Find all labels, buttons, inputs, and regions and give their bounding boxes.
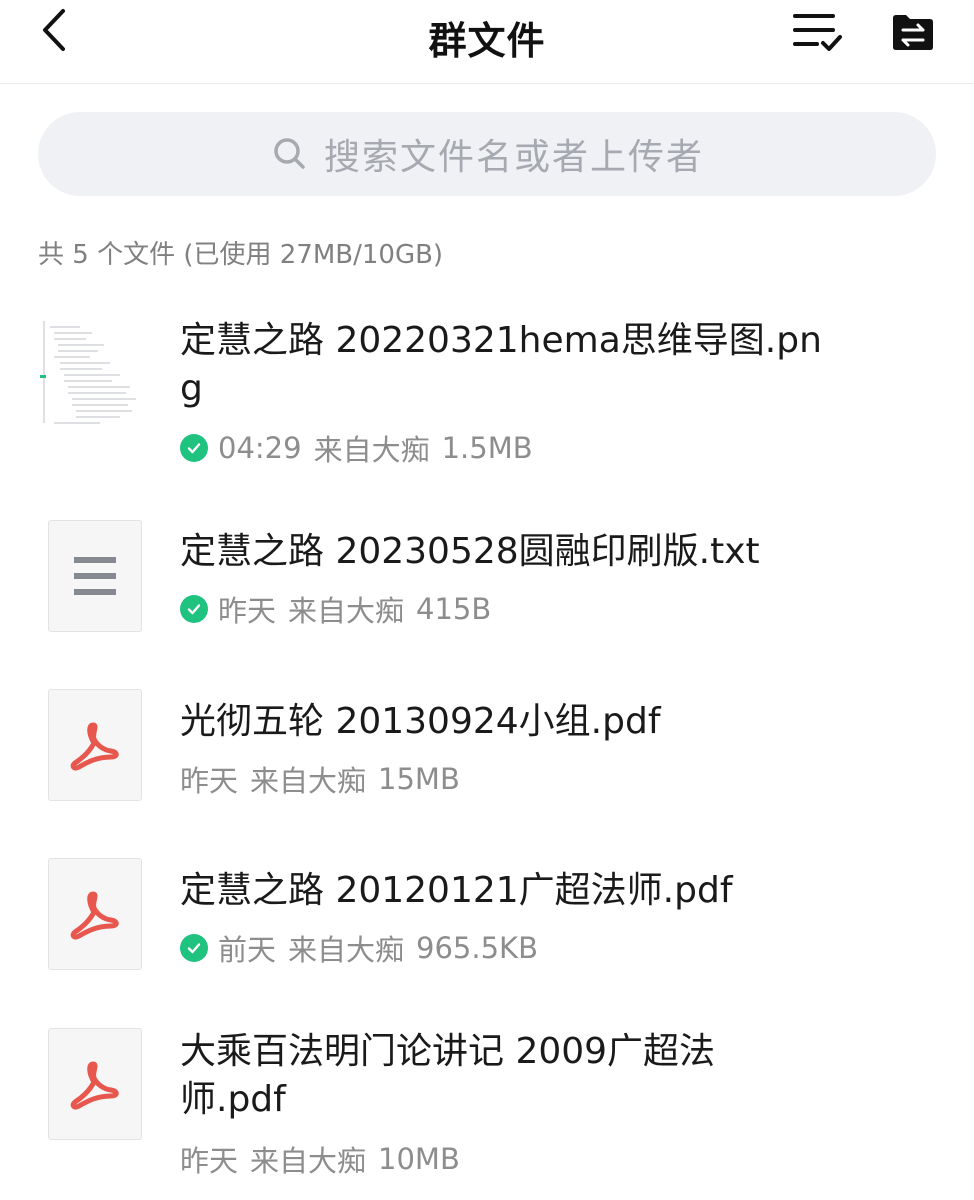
file-name: 光彻五轮 20130924小组.pdf [180,701,661,742]
txt-file-icon [48,520,142,632]
search-input[interactable]: 搜索文件名或者上传者 [38,112,936,196]
file-size: 965.5KB [416,931,538,965]
file-row[interactable]: 定慧之路 20220321hema思维导图.png 04:29 来自大痴 1.5… [0,305,974,470]
file-uploader: 来自大痴 [250,764,367,798]
file-count-summary: 共 5 个文件 (已使用 27MB/10GB) [38,240,444,270]
file-time: 前天 [218,933,277,967]
pdf-file-icon [48,1028,142,1140]
file-name: 定慧之路 20230528圆融印刷版.txt [180,531,760,572]
downloaded-check-icon [180,595,208,623]
file-uploader: 来自大痴 [313,433,430,467]
folder-transfer-icon [891,12,935,56]
file-row[interactable]: 定慧之路 20120121广超法师.pdf 前天 来自大痴 965.5KB [0,840,974,990]
file-name: 定慧之路 20120121广超法师.pdf [180,870,733,911]
multi-select-button[interactable] [788,8,848,60]
file-transfer-button[interactable] [884,8,942,60]
file-size: 415B [416,592,492,626]
search-icon [270,134,310,174]
file-row[interactable]: 定慧之路 20230528圆融印刷版.txt 昨天 来自大痴 415B [0,500,974,650]
file-meta: 前天 来自大痴 965.5KB [180,927,538,969]
image-thumbnail [40,313,142,431]
file-uploader: 来自大痴 [250,1144,367,1178]
file-uploader: 来自大痴 [288,933,405,967]
file-time: 昨天 [180,1144,239,1178]
pdf-file-icon [48,689,142,801]
downloaded-check-icon [180,434,208,462]
file-time: 04:29 [218,431,302,465]
pdf-file-icon [48,858,142,970]
navigation-bar: 群文件 [0,0,974,84]
file-row[interactable]: 光彻五轮 20130924小组.pdf 昨天 来自大痴 15MB [0,670,974,820]
file-size: 1.5MB [441,431,533,465]
downloaded-check-icon [180,934,208,962]
file-meta: 昨天 来自大痴 415B [180,588,491,630]
file-uploader: 来自大痴 [288,594,405,628]
file-meta: 昨天 来自大痴 15MB [180,758,460,800]
search-placeholder: 搜索文件名或者上传者 [323,137,704,178]
file-meta: 昨天 来自大痴 10MB [180,1138,460,1180]
file-name: 定慧之路 20220321hema思维导图.png [180,320,822,409]
file-meta: 04:29 来自大痴 1.5MB [180,427,533,469]
list-check-icon [793,10,843,58]
file-size: 15MB [378,762,460,796]
file-size: 10MB [378,1142,460,1176]
file-time: 昨天 [218,594,277,628]
file-name: 大乘百法明门论讲记 2009广超法师.pdf [180,1031,716,1120]
file-time: 昨天 [180,764,239,798]
file-row[interactable]: 大乘百法明门论讲记 2009广超法师.pdf 昨天 来自大痴 10MB [0,1010,974,1195]
